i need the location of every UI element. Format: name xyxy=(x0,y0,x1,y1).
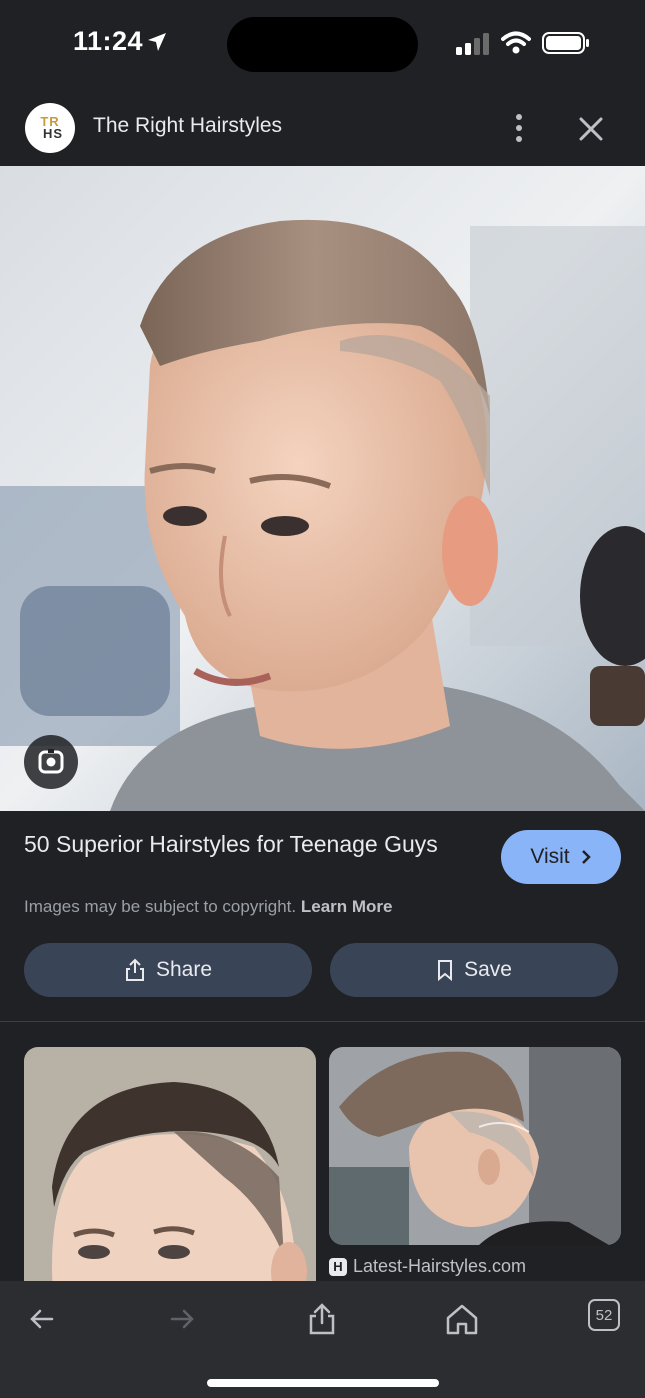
logo-text-bottom: HS xyxy=(42,126,64,141)
wifi-icon xyxy=(501,31,531,54)
bookmark-icon xyxy=(438,960,453,981)
tabs-icon[interactable]: 52 xyxy=(588,1299,620,1331)
status-bar: 11:24 xyxy=(0,0,645,90)
save-button[interactable]: Save xyxy=(330,943,618,997)
hero-image[interactable] xyxy=(0,166,645,811)
close-icon[interactable] xyxy=(574,112,608,146)
share-button[interactable]: Share xyxy=(24,943,312,997)
related-image-1[interactable] xyxy=(24,1047,316,1307)
visit-button[interactable]: Visit xyxy=(501,830,621,884)
share-icon xyxy=(125,958,144,981)
related-image-2[interactable] xyxy=(329,1047,621,1245)
google-lens-icon xyxy=(38,749,64,774)
home-indicator[interactable] xyxy=(207,1379,439,1387)
site-logo[interactable]: TR HS xyxy=(25,103,75,153)
visit-label: Visit xyxy=(530,845,570,868)
battery-icon xyxy=(542,32,589,54)
result-title[interactable]: 50 Superior Hairstyles for Teenage Guys xyxy=(24,829,464,860)
chevron-right-icon xyxy=(581,850,591,864)
status-time: 11:24 xyxy=(73,26,144,56)
forward-arrow-icon[interactable] xyxy=(162,1299,202,1339)
google-lens-button[interactable] xyxy=(24,735,78,789)
home-icon[interactable] xyxy=(442,1299,482,1339)
dynamic-island xyxy=(227,17,418,72)
page: 11:24 TR HS The Right Hairstyles 50 Supe… xyxy=(0,0,645,1398)
location-arrow-icon xyxy=(148,33,166,51)
share-icon[interactable] xyxy=(302,1299,342,1339)
site-name[interactable]: The Right Hairstyles xyxy=(93,114,282,138)
learn-more-link[interactable]: Learn More xyxy=(301,897,393,916)
divider xyxy=(0,1021,645,1022)
share-label: Share xyxy=(155,958,213,981)
back-arrow-icon[interactable] xyxy=(22,1299,62,1339)
related-source-label: Latest-Hairstyles.com xyxy=(353,1256,527,1276)
site-header: TR HS The Right Hairstyles xyxy=(0,90,645,166)
more-vertical-icon[interactable] xyxy=(504,110,534,146)
copyright-notice: Images may be subject to copyright. Lear… xyxy=(24,897,393,917)
source-favicon-icon: H xyxy=(329,1257,347,1276)
cellular-signal-icon xyxy=(456,33,489,55)
save-label: Save xyxy=(464,958,512,981)
related-source[interactable]: H Latest-Hairstyles.com xyxy=(329,1256,526,1277)
copyright-text: Images may be subject to copyright. xyxy=(24,897,297,916)
